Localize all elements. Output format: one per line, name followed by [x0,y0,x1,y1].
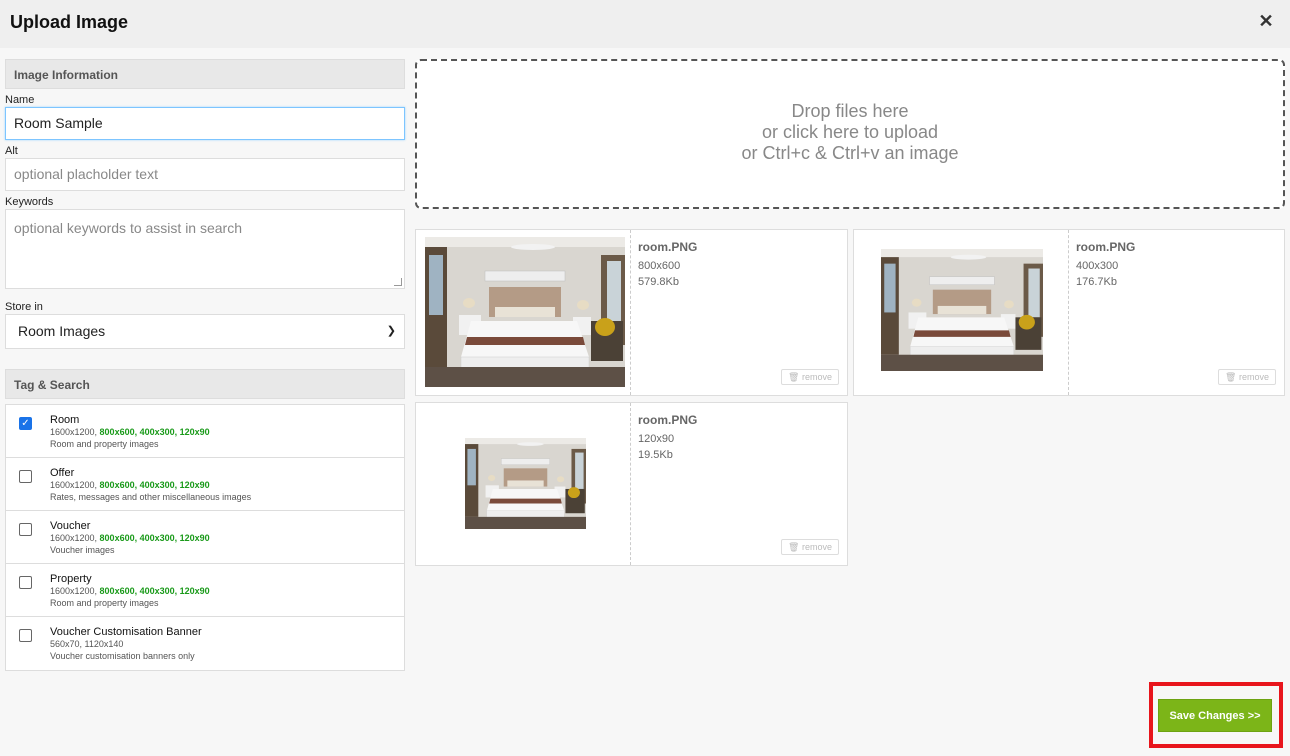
resize-handle-icon[interactable] [394,278,402,286]
tag-sizes-plain: 560x70, 1120x140 [50,639,124,649]
remove-label: remove [801,542,832,552]
tag-sizes-plain: 1600x1200, [50,533,100,543]
file-card: room.PNG 800x600 579.8Kb 🗑 remove [415,229,848,396]
remove-button[interactable]: 🗑 remove [781,369,839,385]
remove-button[interactable]: 🗑 remove [781,539,839,555]
tag-sizes: 1600x1200, 800x600, 400x300, 120x90 [50,480,210,490]
tag-description: Room and property images [50,598,159,608]
tag-search-heading: Tag & Search [5,369,405,399]
tag-description: Voucher customisation banners only [50,651,195,661]
alt-placeholder: optional placholder text [14,166,158,182]
dropzone-line3: or Ctrl+c & Ctrl+v an image [741,143,959,163]
file-name: room.PNG [1076,240,1136,254]
tag-sizes-plain: 1600x1200, [50,586,100,596]
tag-sizes: 1600x1200, 800x600, 400x300, 120x90 [50,533,210,543]
close-icon[interactable]: ✕ [1258,10,1274,32]
dialog-title: Upload Image [10,12,129,32]
store-select[interactable]: Room Images ❯ [5,314,405,349]
file-card: room.PNG 400x300 176.7Kb 🗑 remove [853,229,1285,396]
store-value: Room Images [18,323,106,339]
tag-sizes-green: 800x600, 400x300, 120x90 [99,586,210,596]
tag-sizes-green: 800x600, 400x300, 120x90 [99,480,210,490]
tag-name: Voucher [50,520,91,532]
tag-name: Room [50,414,80,426]
room-photo [425,237,625,387]
file-name: room.PNG [638,413,698,427]
keywords-label: Keywords [5,196,54,208]
tag-row: Offer 1600x1200, 800x600, 400x300, 120x90… [6,458,404,511]
tag-sizes-plain: 1600x1200, [50,427,100,437]
tag-sizes-green: 800x600, 400x300, 120x90 [99,427,210,437]
remove-label: remove [1238,372,1269,382]
room-photo [881,249,1043,371]
tag-row: Property 1600x1200, 800x600, 400x300, 120… [6,564,404,617]
remove-label: remove [801,372,832,382]
file-dimensions: 800x600 [638,260,681,272]
file-dimensions: 400x300 [1076,260,1119,272]
image-info-heading: Image Information [5,59,405,89]
file-card: room.PNG 120x90 19.5Kb 🗑 remove [415,402,848,566]
image-info-panel: Image Information Name Room Sample Alt o… [5,59,405,671]
tag-description: Room and property images [50,439,159,449]
tag-checkbox[interactable] [19,576,32,589]
tag-row: ✓ Room 1600x1200, 800x600, 400x300, 120x90… [6,405,404,458]
tag-row: Voucher 1600x1200, 800x600, 400x300, 120x… [6,511,404,564]
tag-sizes: 560x70, 1120x140 [50,639,123,649]
tag-checkbox[interactable] [19,470,32,483]
file-size: 176.7Kb [1076,276,1117,288]
tag-checkbox[interactable] [19,629,32,642]
trash-icon: 🗑 [788,542,800,552]
remove-button[interactable]: 🗑 remove [1218,369,1276,385]
tag-name: Offer [50,467,75,479]
tag-description: Rates, messages and other miscellaneous … [50,492,252,502]
file-size: 579.8Kb [638,276,679,288]
name-label: Name [5,94,35,106]
tag-row: Voucher Customisation Banner 560x70, 1120… [6,617,404,670]
dropzone-line1: Drop files here [791,101,909,121]
tag-list: ✓ Room 1600x1200, 800x600, 400x300, 120x90… [5,404,405,671]
name-field[interactable]: Room Sample [5,107,405,140]
store-label: Store in [5,301,43,313]
chevron-down-icon: ❯ [386,325,396,337]
save-changes-button[interactable]: Save Changes >> [1158,699,1272,732]
file-size: 19.5Kb [638,449,673,461]
tag-sizes-green: 800x600, 400x300, 120x90 [99,533,210,543]
tag-checkbox[interactable]: ✓ [19,417,32,430]
tag-sizes: 1600x1200, 800x600, 400x300, 120x90 [50,427,210,437]
keywords-field[interactable]: optional keywords to assist in search [5,209,405,289]
file-name: room.PNG [638,240,698,254]
name-value: Room Sample [14,115,103,131]
keywords-placeholder: optional keywords to assist in search [14,220,242,236]
trash-icon: 🗑 [1225,372,1237,382]
room-photo [465,438,586,529]
tag-description: Voucher images [50,545,115,555]
tag-sizes-plain: 1600x1200, [50,480,100,490]
tag-name: Property [50,573,92,585]
alt-field[interactable]: optional placholder text [5,158,405,191]
alt-label: Alt [5,145,18,157]
dropzone-line2: or click here to upload [761,122,939,142]
dialog-header: Upload Image ✕ [0,0,1290,48]
tag-name: Voucher Customisation Banner [50,626,202,638]
dropzone[interactable]: Drop files here or click here to upload … [415,59,1285,209]
file-dimensions: 120x90 [638,433,675,445]
tag-checkbox[interactable] [19,523,32,536]
trash-icon: 🗑 [788,372,800,382]
tag-sizes: 1600x1200, 800x600, 400x300, 120x90 [50,586,210,596]
